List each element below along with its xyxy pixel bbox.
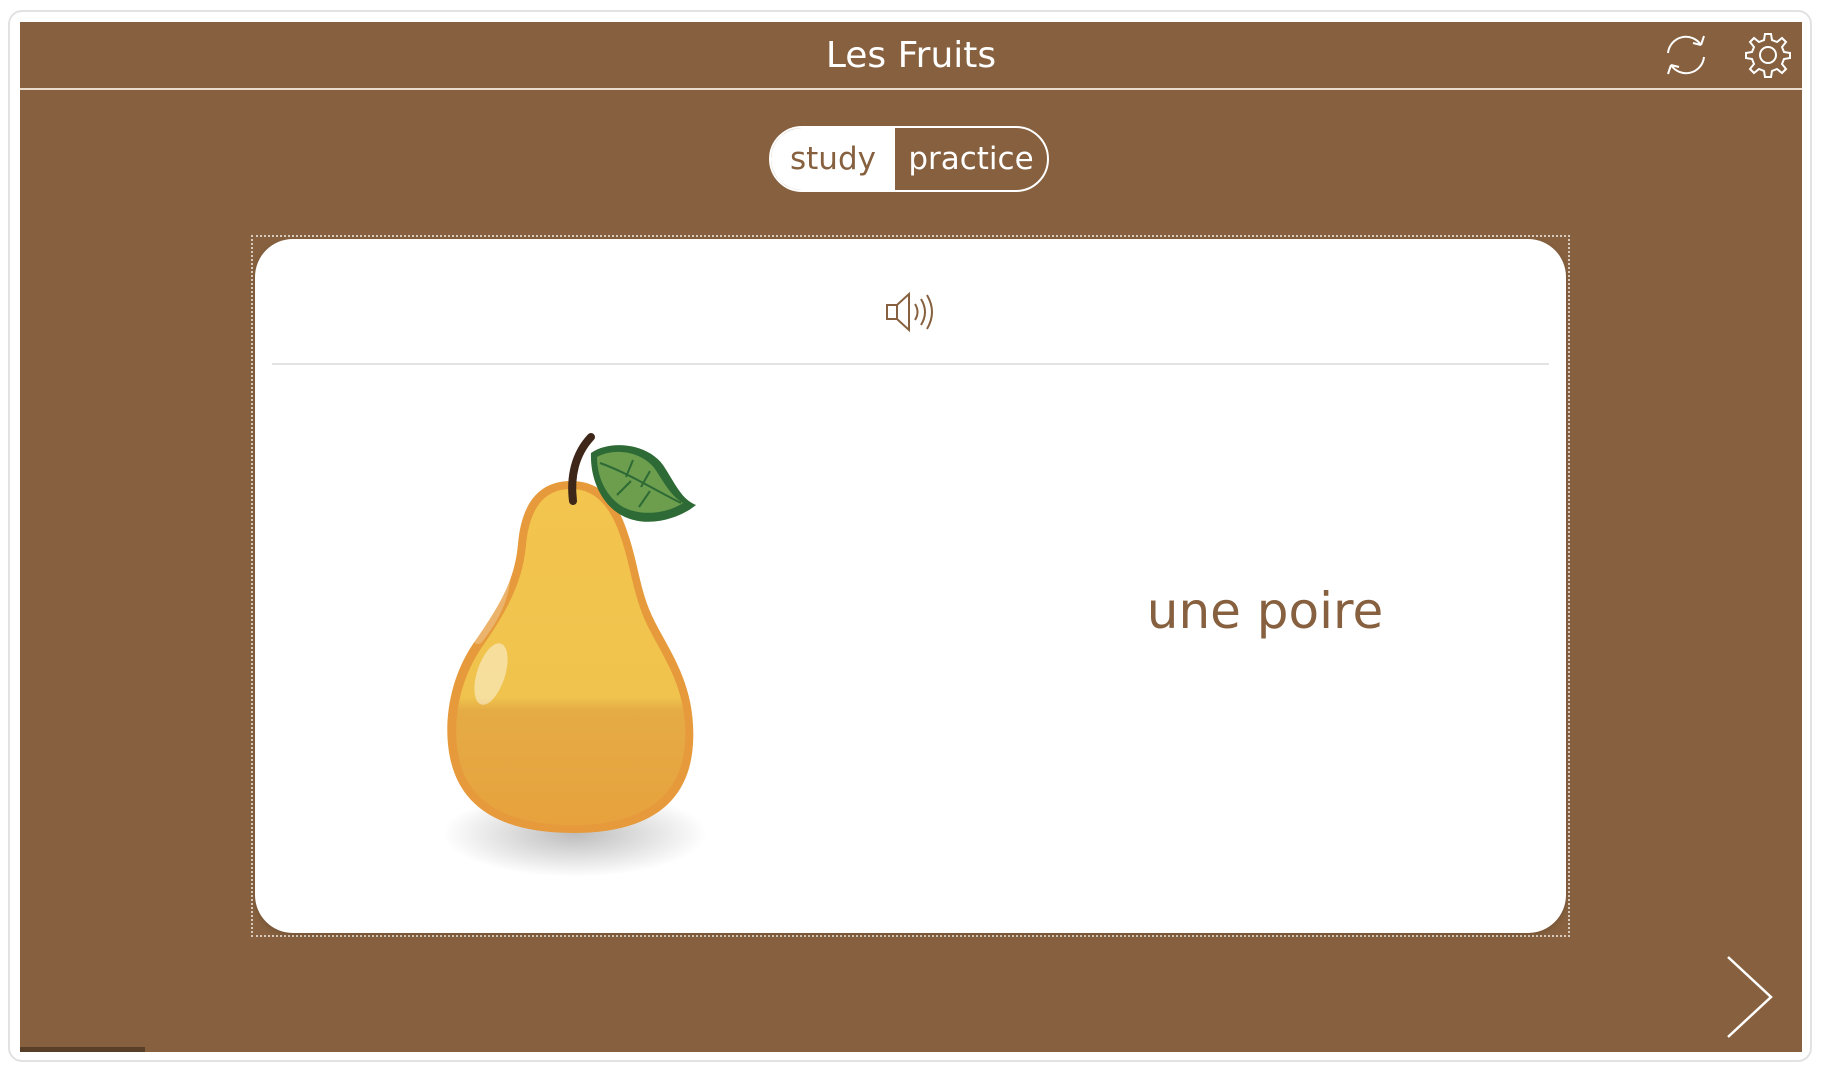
pear-image <box>443 433 707 877</box>
study-mode-button[interactable]: study <box>771 128 895 190</box>
settings-button[interactable] <box>1740 27 1796 83</box>
progress-bar <box>20 1047 1802 1052</box>
progress-fill <box>20 1047 145 1052</box>
practice-mode-button[interactable]: practice <box>895 128 1047 190</box>
vocabulary-word: une poire <box>1146 582 1384 640</box>
gear-icon <box>1745 33 1791 78</box>
header-bar: Les Fruits <box>20 22 1802 90</box>
audio-button[interactable] <box>871 279 949 345</box>
speaker-icon <box>886 291 933 333</box>
chevron-right-icon[interactable] <box>1713 952 1793 1042</box>
page-title: Les Fruits <box>825 35 997 76</box>
mode-switch: study practice <box>769 126 1049 192</box>
flashcard[interactable]: une poire <box>255 239 1566 933</box>
refresh-icon <box>1667 35 1705 75</box>
flashcard-app: Les Fruits study practice une poire <box>20 22 1802 1052</box>
refresh-button[interactable] <box>1658 27 1714 83</box>
card-divider <box>272 363 1549 365</box>
